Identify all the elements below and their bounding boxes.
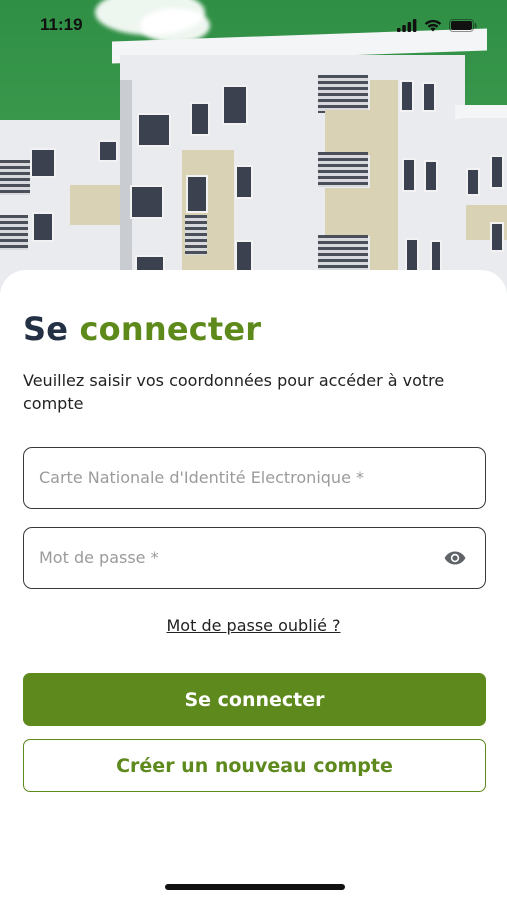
eye-icon[interactable]	[443, 547, 467, 569]
status-bar: 11:19	[0, 0, 507, 50]
cellular-signal-icon	[397, 17, 417, 36]
login-sheet: Se connecter Veuillez saisir vos coordon…	[0, 270, 507, 900]
wifi-icon	[424, 17, 442, 36]
cnie-field[interactable]	[23, 447, 486, 509]
create-account-button[interactable]: Créer un nouveau compte	[23, 739, 486, 792]
page-title: Se connecter	[23, 310, 261, 348]
password-field[interactable]	[23, 527, 486, 589]
login-subtitle: Veuillez saisir vos coordonnées pour acc…	[23, 371, 445, 413]
forgot-password-row: Mot de passe oublié ?	[0, 616, 507, 635]
password-input[interactable]	[39, 528, 439, 586]
home-indicator	[165, 884, 345, 890]
forgot-password-link[interactable]: Mot de passe oublié ?	[167, 616, 341, 635]
login-button[interactable]: Se connecter	[23, 673, 486, 726]
status-time: 11:19	[40, 15, 83, 34]
title-part-se: Se	[23, 310, 69, 348]
battery-icon	[449, 17, 477, 36]
cnie-input[interactable]	[39, 448, 439, 506]
title-part-connecter: connecter	[79, 310, 262, 348]
